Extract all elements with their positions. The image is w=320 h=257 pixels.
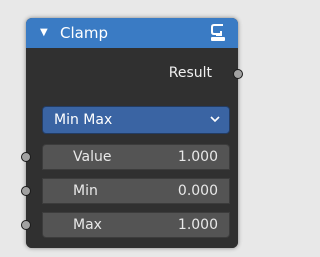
input-socket-max[interactable] [21, 220, 31, 230]
min-field[interactable]: Min 0.000 [42, 178, 230, 204]
mode-dropdown[interactable]: Min Max [42, 106, 230, 134]
input-socket-value[interactable] [21, 152, 31, 162]
input-socket-min[interactable] [21, 186, 31, 196]
collapse-triangle-icon[interactable]: ▼ [40, 26, 48, 40]
node-group-icon[interactable] [210, 23, 226, 43]
value-field[interactable]: Value 1.000 [42, 144, 230, 170]
clamp-node[interactable]: ▼ Clamp Result Min Max Value 1.000 Min 0… [21, 18, 243, 248]
value-field-value: 1.000 [177, 149, 218, 165]
output-label-result: Result [168, 65, 212, 81]
max-field-label: Max [73, 217, 102, 233]
node-header[interactable]: ▼ Clamp [26, 18, 238, 48]
min-field-label: Min [73, 183, 98, 199]
max-field-value: 1.000 [177, 217, 218, 233]
mode-dropdown-value: Min Max [54, 112, 113, 128]
value-field-label: Value [73, 149, 112, 165]
chevron-down-icon [210, 116, 220, 123]
output-socket-result[interactable] [233, 69, 243, 79]
min-field-value: 0.000 [177, 183, 218, 199]
max-field[interactable]: Max 1.000 [42, 212, 230, 238]
node-title: Clamp [60, 24, 108, 42]
